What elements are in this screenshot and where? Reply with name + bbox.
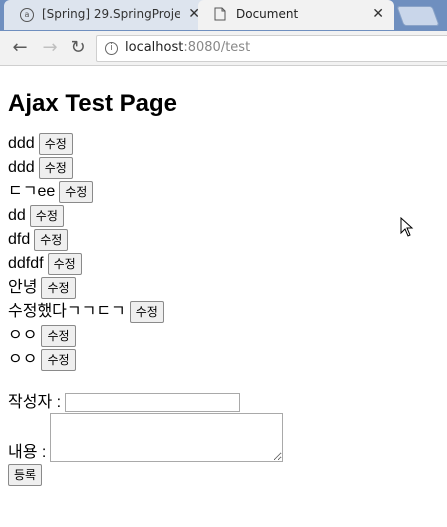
item-text: ㅇㅇ: [8, 327, 38, 344]
document-icon: [214, 7, 226, 21]
list-item: 안녕 수정: [8, 276, 438, 300]
new-tab-button[interactable]: [396, 6, 440, 26]
submit-button[interactable]: 등록: [8, 464, 43, 486]
site-favicon-icon: a: [20, 8, 34, 22]
writer-label: 작성자 :: [8, 394, 62, 411]
edit-button[interactable]: 수정: [59, 181, 94, 203]
address-bar[interactable]: i localhost:8080/test: [96, 35, 447, 62]
item-text: ㄷㄱee: [8, 183, 56, 200]
tab-title: [Spring] 29.SpringProject: [42, 7, 180, 21]
edit-button[interactable]: 수정: [34, 229, 69, 251]
list-item: ddfdf 수정: [8, 252, 438, 276]
list-item: dd 수정: [8, 204, 438, 228]
close-tab-icon[interactable]: ✕: [372, 6, 384, 22]
item-text: ㅇㅇ: [8, 351, 38, 368]
edit-button[interactable]: 수정: [38, 133, 73, 155]
tab-title: Document: [236, 7, 299, 21]
item-list: ddd 수정 ddd 수정 ㄷㄱee 수정 dd 수정 dfd 수정 ddfdf 수정 안녕…: [8, 132, 438, 372]
forward-arrow-icon[interactable]: →: [40, 38, 60, 58]
content-textarea[interactable]: [50, 413, 284, 462]
writer-row: 작성자 :: [8, 388, 438, 412]
edit-button[interactable]: 수정: [41, 277, 76, 299]
writer-input[interactable]: [65, 393, 241, 412]
list-item: ㅇㅇ 수정: [8, 324, 438, 348]
mouse-cursor-icon: [400, 216, 414, 241]
item-text: ddd: [8, 159, 35, 176]
list-item: ㄷㄱee 수정: [8, 180, 438, 204]
item-text: 안녕: [8, 279, 38, 296]
edit-button[interactable]: 수정: [129, 301, 164, 323]
item-text: ddd: [8, 135, 35, 152]
list-item: ddd 수정: [8, 132, 438, 156]
page-content: Ajax Test Page ddd 수정 ddd 수정 ㄷㄱee 수정 dd 수정 d…: [8, 68, 438, 486]
list-item: ddd 수정: [8, 156, 438, 180]
list-item: 수정했다ㄱㄱㄷㄱ 수정: [8, 300, 438, 324]
edit-button[interactable]: 수정: [41, 325, 76, 347]
info-icon[interactable]: i: [105, 42, 118, 55]
tab-strip: a [Spring] 29.SpringProject ✕ Document ✕: [0, 0, 447, 31]
item-text: dfd: [8, 231, 31, 248]
item-text: ddfdf: [8, 255, 44, 272]
edit-button[interactable]: 수정: [41, 349, 76, 371]
page-title: Ajax Test Page: [8, 90, 177, 117]
list-item: dfd 수정: [8, 228, 438, 252]
edit-button[interactable]: 수정: [38, 157, 73, 179]
reload-icon[interactable]: ↻: [68, 38, 88, 58]
item-text: 수정했다ㄱㄱㄷㄱ: [8, 303, 126, 320]
back-arrow-icon[interactable]: ←: [10, 38, 30, 58]
content-label: 내용 :: [8, 444, 47, 461]
tab-spring-project[interactable]: a [Spring] 29.SpringProject ✕: [4, 0, 210, 30]
url-text: localhost:8080/test: [125, 40, 251, 55]
content-row: 내용 :: [8, 413, 438, 462]
browser-toolbar: ← → ↻ i localhost:8080/test: [0, 31, 447, 66]
edit-button[interactable]: 수정: [29, 205, 64, 227]
item-text: dd: [8, 207, 26, 224]
edit-button[interactable]: 수정: [47, 253, 82, 275]
tab-document[interactable]: Document ✕: [198, 0, 394, 30]
list-item: ㅇㅇ 수정: [8, 348, 438, 372]
